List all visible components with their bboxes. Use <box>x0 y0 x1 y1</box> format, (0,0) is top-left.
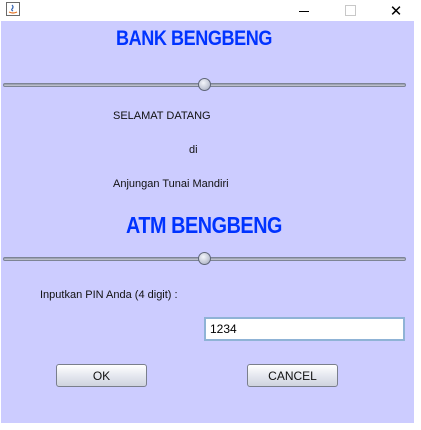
window-right-edge <box>414 21 421 423</box>
welcome-line-1: SELAMAT DATANG <box>113 110 211 122</box>
maximize-button <box>327 0 373 21</box>
close-icon: ✕ <box>389 1 403 20</box>
pin-label: Inputkan PIN Anda (4 digit) : <box>40 289 178 301</box>
slider-thumb[interactable] <box>198 252 211 265</box>
bottom-slider[interactable] <box>3 252 406 266</box>
minimize-icon <box>299 11 309 12</box>
atm-panel: BANK BENGBENG SELAMAT DATANG di Anjungan… <box>1 21 415 423</box>
maximize-icon <box>344 5 356 16</box>
window-bottom-edge <box>0 423 421 430</box>
welcome-line-3: Anjungan Tunai Mandiri <box>113 178 229 190</box>
atm-title: ATM BENGBENG <box>126 212 283 238</box>
minimize-button[interactable] <box>281 0 327 21</box>
java-app-icon <box>6 2 20 16</box>
top-slider[interactable] <box>3 78 406 92</box>
bank-title: BANK BENGBENG <box>116 27 272 50</box>
close-button[interactable]: ✕ <box>373 0 419 21</box>
cancel-button[interactable]: CANCEL <box>247 364 338 387</box>
slider-thumb[interactable] <box>198 78 211 91</box>
welcome-line-2: di <box>189 144 198 156</box>
ok-button[interactable]: OK <box>56 364 147 387</box>
pin-input[interactable] <box>204 317 405 341</box>
atm-window: ✕ BANK BENGBENG SELAMAT DATANG di Anjung… <box>0 0 421 430</box>
title-bar[interactable]: ✕ <box>0 0 421 21</box>
